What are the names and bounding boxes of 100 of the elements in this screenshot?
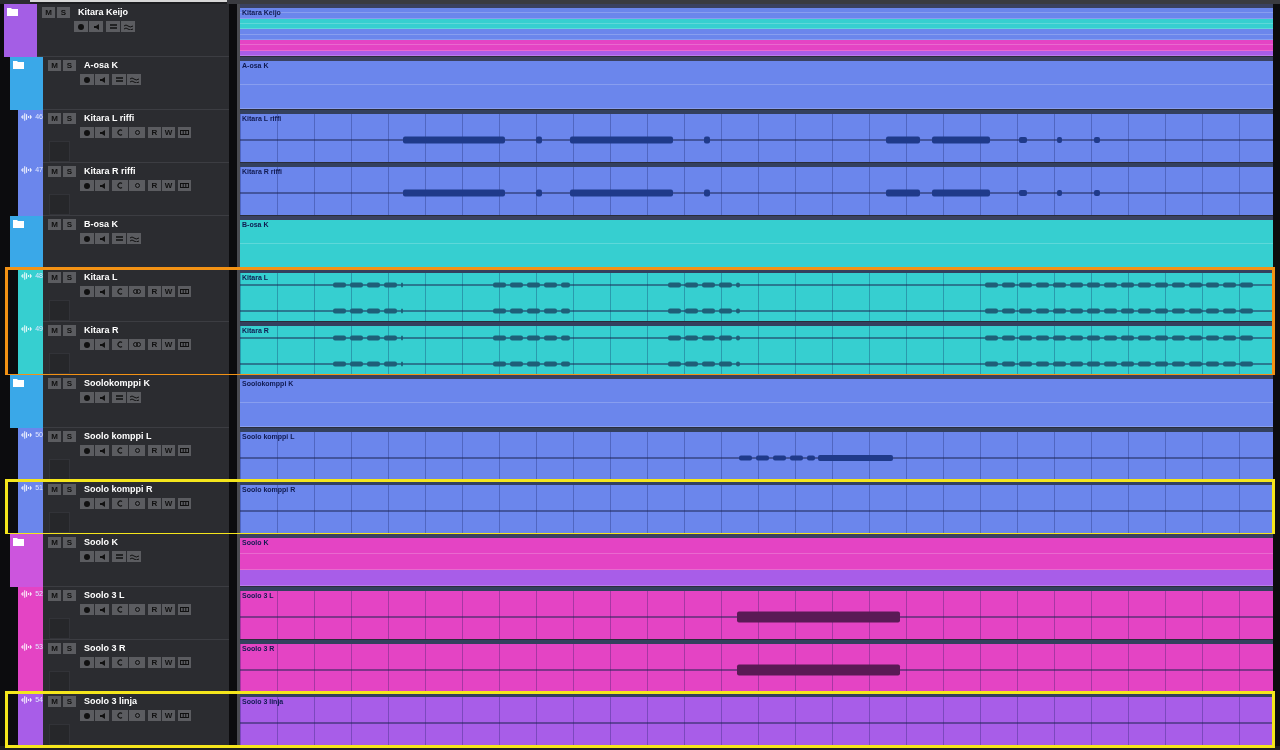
mute-button[interactable]: M xyxy=(48,325,61,336)
monitor-button[interactable] xyxy=(95,180,109,191)
mute-button[interactable]: M xyxy=(48,643,61,654)
sync-button[interactable] xyxy=(112,339,128,350)
read-button[interactable]: R xyxy=(148,445,161,456)
record-button[interactable] xyxy=(80,286,94,297)
write-button[interactable]: W xyxy=(162,127,175,138)
solo-button[interactable]: S xyxy=(63,431,76,442)
lanes-button[interactable] xyxy=(129,604,145,615)
read-button[interactable]: R xyxy=(148,604,161,615)
record-button[interactable] xyxy=(80,233,94,244)
solo-button[interactable]: S xyxy=(63,113,76,124)
monitor-button[interactable] xyxy=(95,551,109,562)
solo-button[interactable]: S xyxy=(63,272,76,283)
mute-button[interactable]: M xyxy=(48,219,61,230)
automation-button[interactable] xyxy=(127,551,141,562)
write-button[interactable]: W xyxy=(162,286,175,297)
record-button[interactable] xyxy=(80,604,94,615)
monitor-button[interactable] xyxy=(95,445,109,456)
lanes-button[interactable] xyxy=(129,445,145,456)
record-button[interactable] xyxy=(80,498,94,509)
solo-button[interactable]: S xyxy=(63,484,76,495)
lanes-button[interactable] xyxy=(112,74,126,85)
lanes-button[interactable] xyxy=(129,180,145,191)
read-button[interactable]: R xyxy=(148,498,161,509)
solo-button[interactable]: S xyxy=(63,325,76,336)
lanes-button[interactable] xyxy=(129,710,145,721)
record-button[interactable] xyxy=(80,710,94,721)
sync-button[interactable] xyxy=(112,445,128,456)
solo-button[interactable]: S xyxy=(63,219,76,230)
read-button[interactable]: R xyxy=(148,180,161,191)
monitor-button[interactable] xyxy=(95,392,109,403)
monitor-button[interactable] xyxy=(95,286,109,297)
read-button[interactable]: R xyxy=(148,710,161,721)
record-button[interactable] xyxy=(80,339,94,350)
read-button[interactable]: R xyxy=(148,127,161,138)
mute-button[interactable]: M xyxy=(48,590,61,601)
read-button[interactable]: R xyxy=(148,657,161,668)
editor-button[interactable] xyxy=(178,498,191,509)
sync-button[interactable] xyxy=(112,286,128,297)
solo-button[interactable]: S xyxy=(63,166,76,177)
record-button[interactable] xyxy=(80,657,94,668)
mute-button[interactable]: M xyxy=(48,484,61,495)
automation-button[interactable] xyxy=(127,233,141,244)
lanes-button[interactable] xyxy=(112,233,126,244)
mute-button[interactable]: M xyxy=(48,537,61,548)
record-button[interactable] xyxy=(80,74,94,85)
write-button[interactable]: W xyxy=(162,180,175,191)
editor-button[interactable] xyxy=(178,445,191,456)
solo-button[interactable]: S xyxy=(57,7,70,18)
sync-button[interactable] xyxy=(112,127,128,138)
read-button[interactable]: R xyxy=(148,286,161,297)
lanes-button[interactable] xyxy=(106,21,120,32)
write-button[interactable]: W xyxy=(162,339,175,350)
mute-button[interactable]: M xyxy=(48,166,61,177)
lanes-button[interactable] xyxy=(112,392,126,403)
lanes-button[interactable] xyxy=(129,657,145,668)
sync-button[interactable] xyxy=(112,604,128,615)
mute-button[interactable]: M xyxy=(48,696,61,707)
monitor-button[interactable] xyxy=(95,74,109,85)
automation-button[interactable] xyxy=(127,392,141,403)
solo-button[interactable]: S xyxy=(63,378,76,389)
monitor-button[interactable] xyxy=(95,710,109,721)
record-button[interactable] xyxy=(80,180,94,191)
monitor-button[interactable] xyxy=(95,127,109,138)
lanes-button[interactable] xyxy=(112,551,126,562)
monitor-button[interactable] xyxy=(95,657,109,668)
lanes-button[interactable] xyxy=(129,498,145,509)
mute-button[interactable]: M xyxy=(48,378,61,389)
record-button[interactable] xyxy=(80,392,94,403)
monitor-button[interactable] xyxy=(95,339,109,350)
lanes-button[interactable] xyxy=(129,286,145,297)
monitor-button[interactable] xyxy=(95,233,109,244)
write-button[interactable]: W xyxy=(162,710,175,721)
editor-button[interactable] xyxy=(178,604,191,615)
mute-button[interactable]: M xyxy=(48,113,61,124)
sync-button[interactable] xyxy=(112,710,128,721)
record-button[interactable] xyxy=(80,551,94,562)
monitor-button[interactable] xyxy=(95,498,109,509)
mute-button[interactable]: M xyxy=(42,7,55,18)
monitor-button[interactable] xyxy=(89,21,103,32)
sync-button[interactable] xyxy=(112,180,128,191)
lanes-button[interactable] xyxy=(129,127,145,138)
automation-button[interactable] xyxy=(121,21,135,32)
record-button[interactable] xyxy=(80,445,94,456)
record-button[interactable] xyxy=(80,127,94,138)
mute-button[interactable]: M xyxy=(48,272,61,283)
mute-button[interactable]: M xyxy=(48,431,61,442)
editor-button[interactable] xyxy=(178,657,191,668)
editor-button[interactable] xyxy=(178,286,191,297)
automation-button[interactable] xyxy=(127,74,141,85)
solo-button[interactable]: S xyxy=(63,537,76,548)
editor-button[interactable] xyxy=(178,339,191,350)
write-button[interactable]: W xyxy=(162,657,175,668)
record-button[interactable] xyxy=(74,21,88,32)
lanes-button[interactable] xyxy=(129,339,145,350)
write-button[interactable]: W xyxy=(162,445,175,456)
editor-button[interactable] xyxy=(178,127,191,138)
editor-button[interactable] xyxy=(178,710,191,721)
solo-button[interactable]: S xyxy=(63,590,76,601)
